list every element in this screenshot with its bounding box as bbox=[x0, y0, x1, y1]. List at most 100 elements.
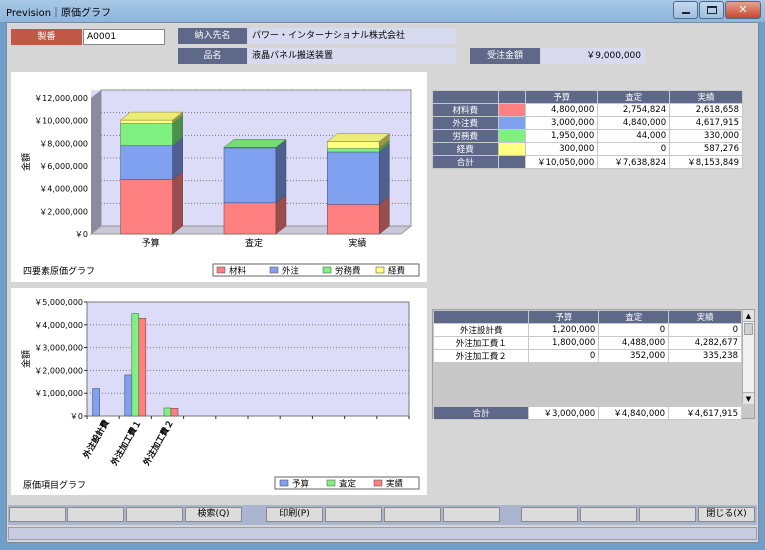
cost-item-chart-panel: ￥0 ￥1,000,000 ￥2,000,000 ￥3,000,000 ￥4,000,0… bbox=[11, 288, 427, 495]
fkey-2[interactable] bbox=[67, 507, 124, 522]
maximize-button[interactable] bbox=[699, 1, 724, 19]
legend-label: 実績 bbox=[386, 479, 404, 490]
items-row[interactable]: 外注加工費１ 1,800,000 4,488,000 4,282,677 bbox=[432, 336, 742, 350]
bar-segment bbox=[223, 202, 277, 235]
bar-segment bbox=[120, 119, 173, 124]
items-total-label: 合計 bbox=[432, 406, 530, 420]
summary-cell: 4,840,000 bbox=[597, 116, 671, 130]
summary-cell: 1,950,000 bbox=[525, 129, 599, 143]
bar bbox=[170, 408, 179, 417]
legend-swatch bbox=[279, 479, 289, 487]
summary-cell: 2,754,824 bbox=[597, 103, 671, 117]
fkey-9[interactable] bbox=[521, 507, 578, 522]
summary-cell: 2,618,658 bbox=[669, 103, 743, 117]
fkey-11[interactable] bbox=[639, 507, 696, 522]
summary-row-label: 経費 bbox=[432, 142, 499, 156]
summary-total-row: 合計 ￥10,050,000 ￥7,638,824 ￥8,153,849 bbox=[432, 155, 743, 169]
summary-total-label: 合計 bbox=[432, 155, 499, 169]
minimize-icon bbox=[682, 12, 690, 14]
y-tick-label: ￥1,000,000 bbox=[34, 389, 83, 398]
bar-segment bbox=[327, 204, 380, 235]
x-tick-label: 外注設計費 bbox=[80, 418, 112, 462]
items-cell: 335,238 bbox=[668, 349, 742, 363]
bar-segment bbox=[120, 145, 173, 180]
bar-segment-side bbox=[275, 139, 287, 204]
x-tick-label: 実績 bbox=[348, 237, 366, 249]
items-cell: 4,488,000 bbox=[598, 336, 670, 350]
fkey-8[interactable] bbox=[443, 507, 500, 522]
minimize-button[interactable] bbox=[673, 1, 698, 19]
bar bbox=[138, 318, 147, 417]
title-bar bbox=[0, 0, 765, 22]
legend-swatch bbox=[373, 479, 383, 487]
items-header-row: 予算 査定 実績 bbox=[432, 310, 742, 324]
fkey-10[interactable] bbox=[580, 507, 637, 522]
y-tick-label: ￥2,000,000 bbox=[34, 366, 83, 375]
y-axis-label: 金額 bbox=[20, 153, 32, 171]
x-tick-label: 予算 bbox=[142, 237, 160, 249]
fkey-7[interactable] bbox=[384, 507, 441, 522]
summary-cell: 4,617,915 bbox=[669, 116, 743, 130]
items-table-area: 予算 査定 実績 外注設計費 1,200,000 0 0 外注加工費１ 1,800,000… bbox=[432, 309, 755, 420]
fkey-3[interactable] bbox=[126, 507, 183, 522]
order-amount-label: 受注金額 bbox=[470, 48, 540, 64]
items-corner bbox=[432, 310, 530, 324]
summary-cell: 4,800,000 bbox=[525, 103, 599, 117]
items-row[interactable]: 外注設計費 1,200,000 0 0 bbox=[432, 323, 742, 337]
items-total-table: 合計 ￥3,000,000 ￥4,840,000 ￥4,617,915 bbox=[432, 406, 742, 420]
items-col-actual: 実績 bbox=[668, 310, 742, 324]
close-icon: ✕ bbox=[738, 3, 748, 16]
bar-segment-side bbox=[379, 143, 390, 205]
summary-row-swatch bbox=[497, 129, 527, 143]
bar-segment-side bbox=[172, 171, 183, 235]
items-row-label: 外注加工費１ bbox=[432, 336, 530, 350]
order-amount-value: ￥9,000,000 bbox=[541, 48, 645, 64]
items-cell: 352,000 bbox=[598, 349, 670, 363]
customer-label: 納入先名 bbox=[178, 28, 247, 44]
summary-cell: 0 bbox=[597, 142, 671, 156]
legend-label: 外注 bbox=[282, 266, 300, 277]
summary-cell: 3,000,000 bbox=[525, 116, 599, 130]
items-cell: 0 bbox=[528, 349, 600, 363]
scroll-down-icon[interactable]: ▼ bbox=[743, 392, 754, 404]
print-button[interactable]: 印刷(P) bbox=[266, 507, 323, 522]
close-window-button[interactable]: ✕ bbox=[725, 1, 761, 19]
search-button[interactable]: 検索(Q) bbox=[185, 507, 242, 522]
fkey-1[interactable] bbox=[9, 507, 66, 522]
items-col-budget: 予算 bbox=[528, 310, 600, 324]
items-row-label: 外注設計費 bbox=[432, 323, 530, 337]
x-tick-label: 外注加工費２ bbox=[141, 418, 177, 469]
legend-swatch bbox=[322, 266, 332, 274]
scroll-up-icon[interactable]: ▲ bbox=[743, 310, 754, 322]
items-total-actual: ￥4,617,915 bbox=[668, 406, 742, 420]
y-tick-label: ￥2,000,000 bbox=[39, 207, 88, 216]
fkey-6[interactable] bbox=[325, 507, 382, 522]
cost-element-chart: ￥0 ￥2,000,000 ￥4,000,000 ￥6,000,000 ￥8,000,0… bbox=[20, 89, 420, 277]
close-button[interactable]: 閉じる(X) bbox=[698, 507, 755, 522]
cost-element-chart-panel: ￥0 ￥2,000,000 ￥4,000,000 ￥6,000,000 ￥8,000,0… bbox=[11, 72, 427, 282]
legend-label: 材料 bbox=[229, 266, 247, 277]
bar-top bbox=[119, 111, 184, 121]
y-tick-label: ￥5,000,000 bbox=[34, 298, 83, 307]
summary-color-col bbox=[497, 90, 527, 104]
summary-row: 経費 300,000 0 587,276 bbox=[432, 142, 743, 156]
summary-header-row: 予算 査定 実績 bbox=[432, 90, 743, 104]
legend-swatch bbox=[375, 266, 385, 274]
product-label: 品名 bbox=[178, 48, 247, 64]
bar-top bbox=[223, 139, 287, 148]
items-row[interactable]: 外注加工費２ 0 352,000 335,238 bbox=[432, 349, 742, 363]
items-scrollbar[interactable]: ▲ ▼ bbox=[742, 310, 754, 404]
items-col-assessed: 査定 bbox=[598, 310, 670, 324]
seiban-label: 製番 bbox=[11, 29, 82, 45]
bar-segment bbox=[327, 151, 380, 205]
bar-segment bbox=[223, 147, 277, 204]
legend-label: 経費 bbox=[388, 266, 406, 277]
scroll-thumb[interactable] bbox=[744, 323, 753, 335]
summary-total-cell: ￥10,050,000 bbox=[525, 155, 599, 169]
product-value: 液晶パネル搬送装置 bbox=[248, 48, 456, 64]
summary-col-actual: 実績 bbox=[669, 90, 743, 104]
seiban-input[interactable]: A0001 bbox=[83, 29, 165, 45]
cost-item-chart: ￥0 ￥1,000,000 ￥2,000,000 ￥3,000,000 ￥4,000,0… bbox=[20, 298, 420, 491]
summary-row: 労務費 1,950,000 44,000 330,000 bbox=[432, 129, 743, 143]
summary-total-cell: ￥7,638,824 bbox=[597, 155, 671, 169]
